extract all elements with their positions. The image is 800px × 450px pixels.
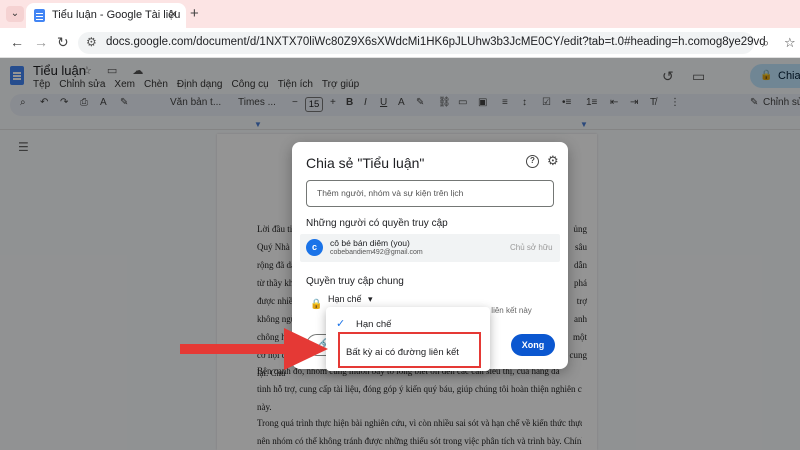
chevron-down-icon[interactable]: ⌄	[6, 6, 24, 22]
address-bar: ← → ↻ ⚙ docs.google.com/document/d/1NXTX…	[0, 28, 800, 58]
omnibox[interactable]: ⚙ docs.google.com/document/d/1NXTX70liWc…	[78, 32, 766, 54]
url-text[interactable]: docs.google.com/document/d/1NXTX70liWc80…	[106, 36, 766, 48]
general-access-heading: Quyền truy cập chung	[306, 276, 404, 287]
close-icon[interactable]: ✕	[169, 8, 178, 21]
check-icon: ✓	[336, 318, 346, 330]
reload-icon[interactable]: ↻	[57, 34, 69, 51]
new-tab-icon[interactable]: +	[190, 5, 199, 23]
back-icon[interactable]: ←	[10, 34, 24, 50]
user-role: Chủ sở hữu	[510, 243, 553, 252]
user-name: cô bé bán diêm (you)	[330, 238, 410, 248]
dialog-title: Chia sẻ "Tiểu luận"	[306, 155, 425, 171]
lock-icon: 🔒	[310, 299, 323, 310]
chevron-down-icon: ▾	[368, 294, 373, 304]
done-button[interactable]: Xong	[511, 334, 555, 356]
general-access-value: Hạn chế	[328, 294, 362, 304]
user-email: cobebandiem492@gmail.com	[330, 249, 423, 256]
browser-tab[interactable]: Tiểu luận - Google Tài liệu ✕	[26, 3, 186, 28]
add-people-input[interactable]: Thêm người, nhóm và sự kiện trên lịch	[306, 180, 554, 207]
pointer-arrow-icon	[180, 328, 328, 370]
general-access-select[interactable]: Hạn chế ▾	[328, 294, 373, 305]
arrow-shape	[180, 328, 328, 370]
site-settings-icon[interactable]: ⚙	[86, 35, 97, 49]
zoom-icon[interactable]: ⌕	[762, 35, 769, 51]
dropdown-item-label: Hạn chế	[356, 319, 392, 330]
gear-icon[interactable]: ⚙	[547, 153, 559, 169]
tab-title: Tiểu luận - Google Tài liệu	[52, 9, 181, 21]
highlight-box	[338, 332, 481, 368]
star-icon[interactable]: ☆	[784, 35, 796, 51]
avatar: c	[306, 239, 323, 256]
browser-tab-bar: ⌄ Tiểu luận - Google Tài liệu ✕ +	[0, 0, 800, 28]
people-with-access-heading: Những người có quyền truy cập	[306, 218, 448, 229]
help-icon[interactable]: ?	[526, 155, 539, 168]
forward-icon[interactable]: →	[34, 34, 48, 50]
user-row: c cô bé bán diêm (you) cobebandiem492@gm…	[300, 234, 560, 262]
docs-favicon-icon	[34, 9, 45, 22]
